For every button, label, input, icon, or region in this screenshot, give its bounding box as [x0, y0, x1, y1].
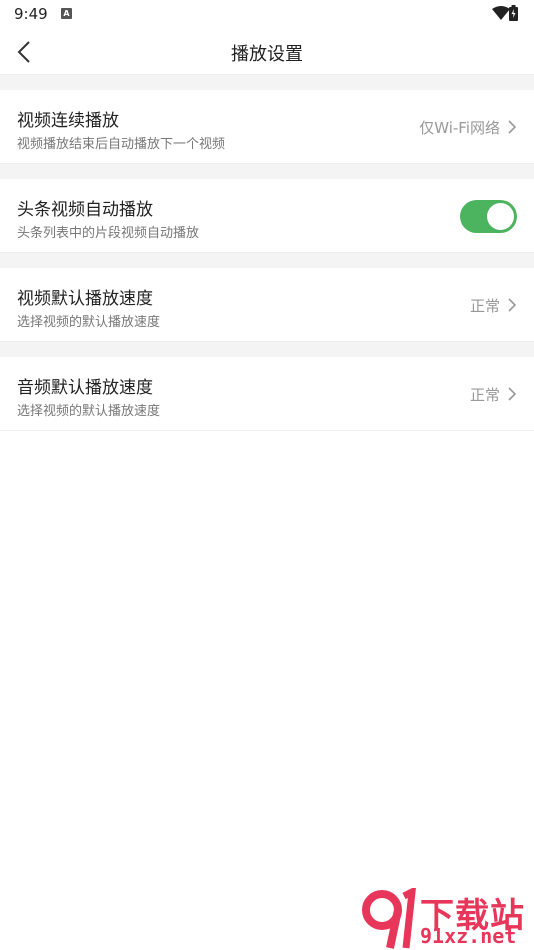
- setting-title: 视频连续播放: [17, 111, 119, 131]
- status-time: 9:49: [14, 5, 48, 23]
- section-gap: [0, 164, 534, 179]
- status-bar: 9:49 A: [0, 0, 534, 28]
- wifi-icon: [492, 6, 510, 25]
- setting-headline-autoplay: 头条视频自动播放 头条列表中的片段视频自动播放: [0, 179, 534, 253]
- watermark-text-bottom: 91xz.net: [420, 924, 517, 948]
- chevron-right-icon: [508, 297, 517, 316]
- setting-value: 正常: [469, 297, 500, 315]
- chevron-right-icon: [508, 119, 517, 138]
- setting-subtitle: 头条列表中的片段视频自动播放: [17, 226, 200, 241]
- section-gap: [0, 75, 534, 90]
- page-title: 播放设置: [231, 44, 303, 65]
- setting-subtitle: 视频播放结束后自动播放下一个视频: [17, 137, 226, 152]
- section-gap: [0, 253, 534, 268]
- setting-continuous-play[interactable]: 视频连续播放 视频播放结束后自动播放下一个视频 仅Wi-Fi网络: [0, 90, 534, 164]
- setting-subtitle: 选择视频的默认播放速度: [17, 404, 161, 419]
- setting-title: 头条视频自动播放: [17, 200, 153, 220]
- setting-value: 仅Wi-Fi网络: [419, 119, 500, 137]
- setting-subtitle: 选择视频的默认播放速度: [17, 315, 161, 330]
- watermark-logo: 下载站 91xz.net: [360, 888, 532, 950]
- watermark-91-icon: [362, 888, 416, 949]
- setting-value: 正常: [469, 386, 500, 404]
- title-bar: 播放设置: [0, 28, 534, 75]
- notification-a-icon: A: [61, 8, 72, 19]
- chevron-right-icon: [508, 386, 517, 405]
- section-gap: [0, 342, 534, 357]
- toggle-knob: [487, 203, 514, 230]
- battery-icon: [509, 5, 518, 25]
- autoplay-toggle[interactable]: [460, 200, 517, 233]
- setting-title: 音频默认播放速度: [17, 378, 153, 398]
- setting-title: 视频默认播放速度: [17, 289, 153, 309]
- setting-audio-speed[interactable]: 音频默认播放速度 选择视频的默认播放速度 正常: [0, 357, 534, 431]
- setting-video-speed[interactable]: 视频默认播放速度 选择视频的默认播放速度 正常: [0, 268, 534, 342]
